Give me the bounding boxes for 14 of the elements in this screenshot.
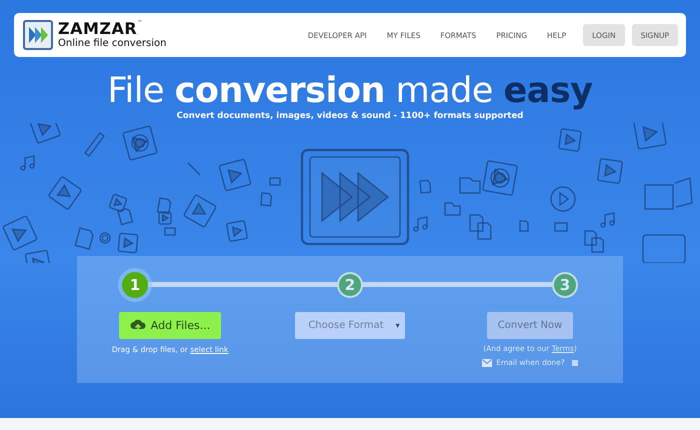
format-dropdown[interactable]: Choose Format ▾	[295, 312, 405, 339]
email-checkbox[interactable]	[572, 360, 578, 366]
hero-title: File conversion made easy	[107, 71, 593, 111]
step-number: 2	[337, 272, 363, 298]
logo-wordmark: ZAMZAR	[58, 21, 138, 37]
step-number: 3	[552, 272, 578, 298]
mail-icon	[482, 358, 492, 366]
hero-subtitle: Convert documents, images, videos & sound - 1100+ formats supported	[176, 111, 524, 121]
cloud-upload-icon	[130, 318, 146, 332]
logo-icon[interactable]	[23, 20, 53, 50]
tagline: Online file conversion	[58, 39, 166, 49]
step-number: 1	[122, 272, 148, 298]
caret-icon: ▾	[396, 321, 400, 330]
add-files-button[interactable]: Add Files...	[118, 312, 222, 339]
